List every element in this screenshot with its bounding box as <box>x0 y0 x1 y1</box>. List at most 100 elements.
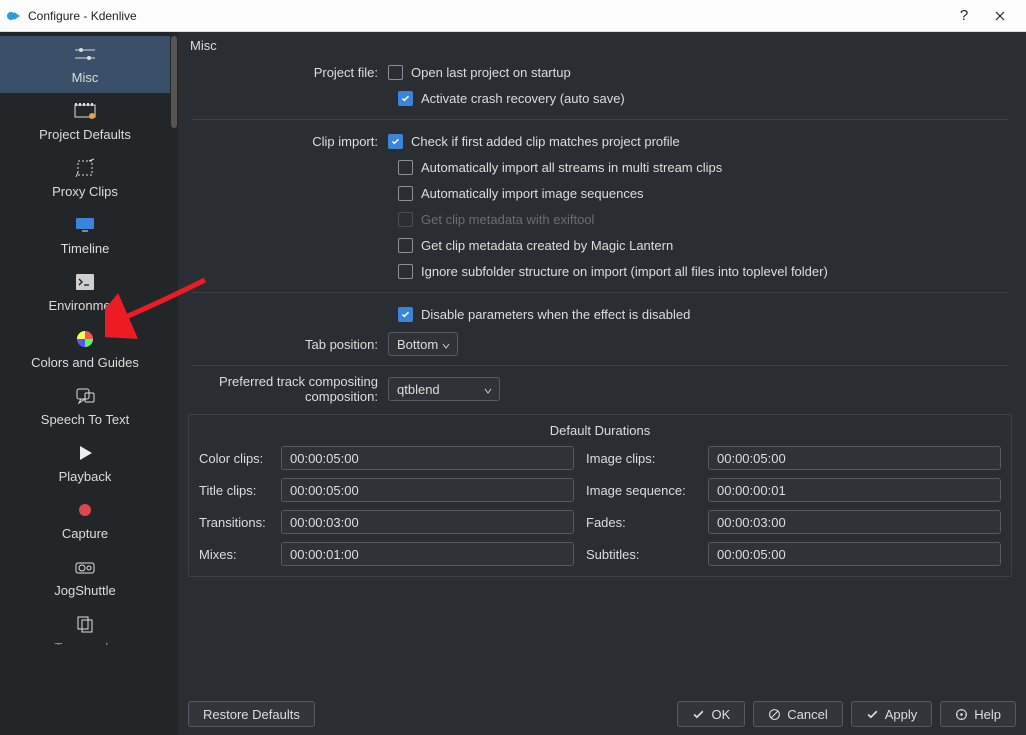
restore-defaults-button[interactable]: Restore Defaults <box>188 701 315 727</box>
film-icon <box>74 99 96 123</box>
sidebar-label: Proxy Clips <box>52 184 118 199</box>
input-image-clips[interactable]: 00:00:05:00 <box>708 446 1001 470</box>
label-image-sequence: Image sequence: <box>586 483 696 498</box>
separator <box>192 292 1008 293</box>
cancel-button[interactable]: Cancel <box>753 701 842 727</box>
button-label: Restore Defaults <box>203 707 300 722</box>
sidebar-label: Speech To Text <box>41 412 129 427</box>
sidebar-item-misc[interactable]: Misc <box>0 36 170 93</box>
group-default-durations: Default Durations Color clips: 00:00:05:… <box>188 414 1012 577</box>
checkbox-label: Disable parameters when the effect is di… <box>421 307 690 322</box>
jog-icon <box>74 555 96 579</box>
checkbox-label: Get clip metadata created by Magic Lante… <box>421 238 673 253</box>
sidebar-label: Playback <box>59 469 112 484</box>
checkbox-check-profile[interactable] <box>388 134 403 149</box>
crop-icon <box>75 156 95 180</box>
titlebar: Configure - Kdenlive ? <box>0 0 1026 32</box>
checkbox-label: Automatically import image sequences <box>421 186 644 201</box>
sidebar-label: JogShuttle <box>54 583 115 598</box>
speech-icon <box>75 384 95 408</box>
label-image-clips: Image clips: <box>586 451 696 466</box>
checkbox-label: Get clip metadata with exiftool <box>421 212 594 227</box>
checkbox-crash-recovery[interactable] <box>398 91 413 106</box>
sidebar-label: Timeline <box>61 241 110 256</box>
label-mixes: Mixes: <box>199 547 269 562</box>
sidebar-label: Capture <box>62 526 108 541</box>
label-transitions: Transitions: <box>199 515 269 530</box>
group-title: Default Durations <box>199 423 1001 438</box>
checkbox-label: Activate crash recovery (auto save) <box>421 91 625 106</box>
window-title: Configure - Kdenlive <box>28 9 137 23</box>
select-compositing[interactable]: qtblend <box>388 377 500 401</box>
input-fades[interactable]: 00:00:03:00 <box>708 510 1001 534</box>
label-clip-import: Clip import: <box>188 134 388 149</box>
checkbox-magic-lantern[interactable] <box>398 238 413 253</box>
checkbox-label: Automatically import all streams in mult… <box>421 160 722 175</box>
app-icon <box>6 8 22 24</box>
chevron-down-icon <box>441 339 451 349</box>
select-value: Bottom <box>397 337 438 352</box>
close-window-button[interactable] <box>982 0 1018 31</box>
checkbox-label: Check if first added clip matches projec… <box>411 134 680 149</box>
settings-sidebar: Misc Project Defaults Proxy Clips Timeli… <box>0 32 170 735</box>
sliders-icon <box>73 42 97 66</box>
help-icon <box>955 708 968 721</box>
checkbox-disable-params[interactable] <box>398 307 413 322</box>
copy-icon <box>76 612 94 636</box>
sidebar-item-timeline[interactable]: Timeline <box>0 207 170 264</box>
select-tab-position[interactable]: Bottom <box>388 332 458 356</box>
checkbox-label: Ignore subfolder structure on import (im… <box>421 264 828 279</box>
sidebar-label: Environment <box>49 298 122 313</box>
input-mixes[interactable]: 00:00:01:00 <box>281 542 574 566</box>
cancel-icon <box>768 708 781 721</box>
color-wheel-icon <box>75 327 95 351</box>
input-title-clips[interactable]: 00:00:05:00 <box>281 478 574 502</box>
sidebar-scrollbar[interactable] <box>170 32 178 735</box>
input-subtitles[interactable]: 00:00:05:00 <box>708 542 1001 566</box>
sidebar-item-speech-to-text[interactable]: Speech To Text <box>0 378 170 435</box>
label-compositing: Preferred track compositing composition: <box>188 374 388 404</box>
checkbox-auto-image-seq[interactable] <box>398 186 413 201</box>
sidebar-item-jogshuttle[interactable]: JogShuttle <box>0 549 170 606</box>
label-tab-position: Tab position: <box>188 337 388 352</box>
check-icon <box>866 708 879 721</box>
checkbox-open-last[interactable] <box>388 65 403 80</box>
checkbox-auto-streams[interactable] <box>398 160 413 175</box>
ok-button[interactable]: OK <box>677 701 745 727</box>
input-transitions[interactable]: 00:00:03:00 <box>281 510 574 534</box>
terminal-icon <box>75 270 95 294</box>
button-label: OK <box>711 707 730 722</box>
sidebar-item-environment[interactable]: Environment <box>0 264 170 321</box>
apply-button[interactable]: Apply <box>851 701 933 727</box>
checkbox-exiftool <box>398 212 413 227</box>
label-subtitles: Subtitles: <box>586 547 696 562</box>
record-icon <box>77 498 93 522</box>
label-project-file: Project file: <box>188 65 388 80</box>
sidebar-item-proxy-clips[interactable]: Proxy Clips <box>0 150 170 207</box>
input-color-clips[interactable]: 00:00:05:00 <box>281 446 574 470</box>
input-image-sequence[interactable]: 00:00:00:01 <box>708 478 1001 502</box>
play-icon <box>76 441 94 465</box>
select-value: qtblend <box>397 382 440 397</box>
checkbox-ignore-subfolder[interactable] <box>398 264 413 279</box>
label-fades: Fades: <box>586 515 696 530</box>
separator <box>192 119 1008 120</box>
button-label: Help <box>974 707 1001 722</box>
panel-title: Misc <box>190 38 1016 53</box>
label-color-clips: Color clips: <box>199 451 269 466</box>
button-label: Cancel <box>787 707 827 722</box>
sidebar-item-playback[interactable]: Playback <box>0 435 170 492</box>
help-button[interactable]: Help <box>940 701 1016 727</box>
sidebar-label: Misc <box>72 70 99 85</box>
checkbox-label: Open last project on startup <box>411 65 571 80</box>
sidebar-label: Transcode <box>55 640 116 655</box>
help-window-button[interactable]: ? <box>946 0 982 31</box>
sidebar-item-colors-guides[interactable]: Colors and Guides <box>0 321 170 378</box>
chevron-down-icon <box>483 384 493 394</box>
sidebar-label: Project Defaults <box>39 127 131 142</box>
button-label: Apply <box>885 707 918 722</box>
label-title-clips: Title clips: <box>199 483 269 498</box>
sidebar-item-transcode[interactable]: Transcode <box>0 606 170 663</box>
sidebar-item-capture[interactable]: Capture <box>0 492 170 549</box>
sidebar-item-project-defaults[interactable]: Project Defaults <box>0 93 170 150</box>
